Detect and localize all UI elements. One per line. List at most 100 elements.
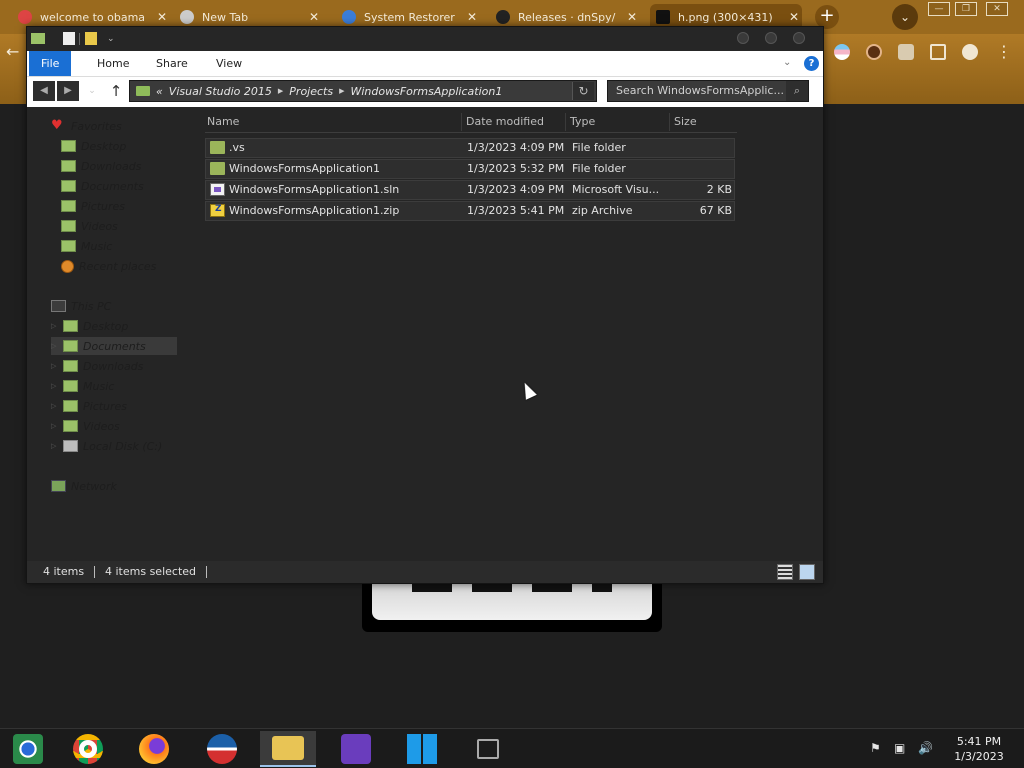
tab-home[interactable]: Home [85,51,141,76]
nav-pc-videos[interactable]: ▷ Videos [51,417,120,435]
nav-fav-desktop[interactable]: Desktop [61,137,126,155]
search-input[interactable]: Search WindowsFormsApplic... ⌕ [607,80,809,102]
volume-icon[interactable]: 🔊 [918,741,933,755]
new-folder-icon[interactable] [85,32,97,45]
network-icon[interactable]: ▣ [894,741,905,755]
extension-icon[interactable] [834,44,850,60]
file-row[interactable]: WindowsFormsApplication1.zip 1/3/2023 5:… [205,201,735,221]
minimize-button[interactable]: — [928,2,950,16]
recent-locations-icon[interactable]: ⌄ [83,81,101,101]
puzzle-icon[interactable] [898,44,914,60]
file-row[interactable]: .vs 1/3/2023 4:09 PM File folder [205,138,735,158]
address-bar[interactable]: « Visual Studio 2015 ▶ Projects ▶ Window… [129,80,597,102]
back-arrow-icon[interactable]: ← [6,42,19,61]
back-button[interactable]: ◀ [33,81,55,101]
file-type: File folder [572,162,626,175]
details-view-button[interactable] [777,564,793,580]
file-row[interactable]: WindowsFormsApplication1.sln 1/3/2023 4:… [205,180,735,200]
taskbar-firefox[interactable] [126,731,182,767]
tab-search-button[interactable]: ⌄ [892,4,918,30]
nav-pc-local-disk[interactable]: ▷ Local Disk (C:) [51,437,162,455]
close-button[interactable]: ✕ [986,2,1008,16]
extension-icon[interactable] [866,44,882,60]
column-header-name[interactable]: Name [203,113,462,131]
restore-button[interactable]: ❐ [955,2,977,16]
recent-places-icon [61,259,74,273]
system-clock[interactable]: 5:41 PM 1/3/2023 [944,734,1014,764]
taskbar-task-view[interactable] [460,731,516,767]
nav-fav-downloads[interactable]: Downloads [61,157,141,175]
taskbar-chromium[interactable] [0,731,56,767]
expand-arrow-icon[interactable]: ▷ [51,322,57,330]
column-header-size[interactable]: Size [670,113,738,131]
file-list: Name Date modified Type Size .vs 1/3/202… [203,107,823,561]
profile-icon[interactable] [962,44,978,60]
side-panel-icon[interactable] [930,44,946,60]
large-icons-view-button[interactable] [799,564,815,580]
tab-favicon-icon [342,10,356,24]
nav-fav-videos[interactable]: Videos [61,217,118,235]
tab-close-icon[interactable]: ✕ [154,10,170,24]
nav-pc-music[interactable]: ▷ Music [51,377,114,395]
tab-close-icon[interactable]: ✕ [786,10,802,24]
expand-arrow-icon[interactable]: ▷ [51,442,57,450]
nav-fav-pictures[interactable]: Pictures [61,197,125,215]
nav-favorites[interactable]: ♥ Favorites [51,117,122,135]
nav-label: Recent places [79,259,157,273]
expand-arrow-icon[interactable]: ▷ [51,422,57,430]
taskbar-chrome[interactable] [60,731,116,767]
nav-pc-desktop[interactable]: ▷ Desktop [51,317,128,335]
forward-button[interactable]: ▶ [57,81,79,101]
nav-fav-recent-places[interactable]: Recent places [61,257,156,275]
breadcrumb-projects[interactable]: Projects [289,85,333,98]
breadcrumb-current[interactable]: WindowsFormsApplication1 [351,85,503,98]
image-marks [412,584,612,592]
expand-arrow-icon[interactable]: ▷ [51,362,57,370]
expand-arrow-icon[interactable]: ▷ [51,402,57,410]
breadcrumb-visual-studio[interactable]: Visual Studio 2015 [169,85,272,98]
expand-arrow-icon[interactable]: ▷ [51,342,57,350]
clock-time: 5:41 PM [956,735,1002,748]
properties-icon[interactable] [63,32,75,45]
taskbar-obama[interactable] [194,731,250,767]
image-favicon-icon [656,10,670,24]
nav-this-pc[interactable]: This PC [51,297,111,315]
action-center-flag-icon[interactable]: ⚑ [870,741,881,755]
tab-view[interactable]: View [204,51,254,76]
customize-chevron-icon[interactable]: ⌄ [107,32,117,46]
nav-pc-downloads[interactable]: ▷ Downloads [51,357,143,375]
expand-ribbon-icon[interactable]: ⌄ [783,57,791,68]
nav-network[interactable]: Network [51,477,117,495]
nav-fav-documents[interactable]: Documents [61,177,144,195]
refresh-icon[interactable]: ↻ [572,82,594,100]
close-button[interactable] [793,32,805,44]
up-button[interactable]: ↑ [107,80,125,102]
breadcrumb-arrow-icon[interactable]: ▶ [339,87,344,95]
tab-close-icon[interactable]: ✕ [464,10,480,24]
column-header-type[interactable]: Type [566,113,670,131]
breadcrumb-overflow[interactable]: « [156,85,163,98]
nav-pc-documents[interactable]: ▷ Documents [51,337,177,355]
column-header-date[interactable]: Date modified [462,113,566,131]
browser-menu-icon[interactable]: ⋮ [996,42,1012,61]
help-icon[interactable]: ? [804,56,819,71]
breadcrumb-arrow-icon[interactable]: ▶ [278,87,283,95]
expand-arrow-icon[interactable]: ▷ [51,382,57,390]
status-bar: 4 items 4 items selected [27,561,823,583]
tab-share[interactable]: Share [144,51,200,76]
tab-close-icon[interactable]: ✕ [624,10,640,24]
tab-file[interactable]: File [29,51,72,76]
maximize-button[interactable] [765,32,777,44]
taskbar-visual-studio[interactable] [328,731,384,767]
file-row[interactable]: WindowsFormsApplication1 1/3/2023 5:32 P… [205,159,735,179]
nav-fav-music[interactable]: Music [61,237,112,255]
taskbar-windows[interactable] [394,731,450,767]
search-icon[interactable]: ⌕ [786,81,808,101]
minimize-button[interactable] [737,32,749,44]
file-name: WindowsFormsApplication1.zip [229,204,400,217]
solution-file-icon [210,183,225,196]
tab-close-icon[interactable]: ✕ [306,10,322,24]
nav-pc-pictures[interactable]: ▷ Pictures [51,397,127,415]
taskbar-file-explorer[interactable] [260,731,316,767]
nav-label: Pictures [83,399,128,413]
